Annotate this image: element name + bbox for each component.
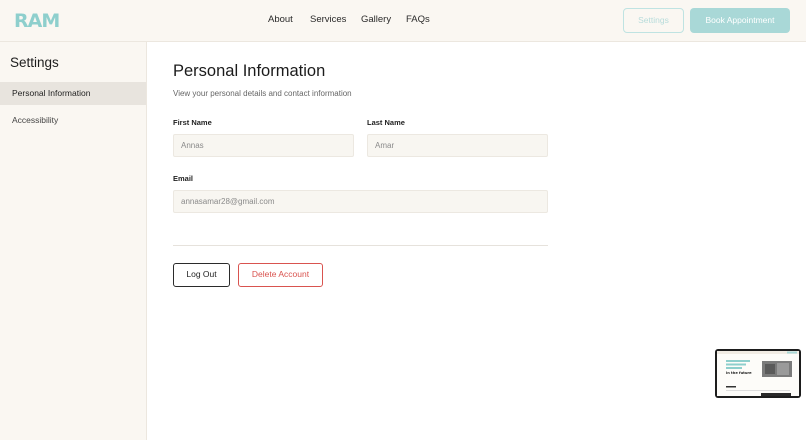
page-subtitle: View your personal details and contact i… xyxy=(173,89,352,98)
sidebar-item-accessibility[interactable]: Accessibility xyxy=(0,109,146,132)
preview-heading: in the future xyxy=(726,371,752,375)
page-title: Personal Information xyxy=(173,62,326,80)
last-name-field[interactable] xyxy=(367,134,548,157)
top-header: RAM About Services Gallery FAQs Settings… xyxy=(0,0,806,42)
nav-gallery[interactable]: Gallery xyxy=(361,14,391,25)
sidebar-item-personal-information[interactable]: Personal Information xyxy=(0,82,146,105)
nav-faqs[interactable]: FAQs xyxy=(406,14,430,25)
settings-button[interactable]: Settings xyxy=(623,8,684,33)
email-label: Email xyxy=(173,174,194,183)
first-name-label: First Name xyxy=(173,118,212,127)
sidebar-title: Settings xyxy=(10,55,59,70)
log-out-button[interactable]: Log Out xyxy=(173,263,230,287)
section-divider xyxy=(173,245,548,246)
preview-graphic: in the future xyxy=(717,351,799,396)
nav-services[interactable]: Services xyxy=(310,14,346,25)
main-nav: About Services Gallery FAQs xyxy=(0,0,806,42)
last-name-label: Last Name xyxy=(367,118,405,127)
email-field[interactable] xyxy=(173,190,548,213)
page-preview-thumbnail[interactable]: in the future xyxy=(715,349,801,398)
preview-screen: in the future xyxy=(717,351,799,396)
book-appointment-button[interactable]: Book Appointment xyxy=(690,8,790,33)
settings-sidebar: Settings Personal Information Accessibil… xyxy=(0,42,147,440)
delete-account-button[interactable]: Delete Account xyxy=(238,263,323,287)
first-name-field[interactable] xyxy=(173,134,354,157)
nav-about[interactable]: About xyxy=(268,14,293,25)
